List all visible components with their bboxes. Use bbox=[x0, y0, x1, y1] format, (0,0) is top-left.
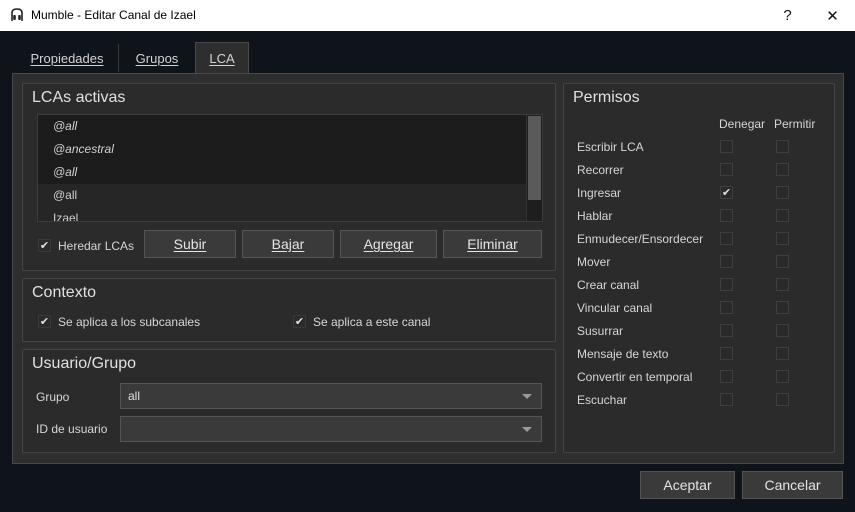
scrollbar-thumb[interactable] bbox=[528, 116, 541, 200]
perm-deny-make-channel[interactable] bbox=[720, 278, 733, 291]
applies-this-channel-checkbox[interactable]: ✔ bbox=[293, 315, 306, 328]
deny-column-header: Denegar bbox=[719, 117, 766, 131]
perm-label-link-channel: Vincular canal bbox=[577, 301, 653, 315]
perm-allow-speak[interactable] bbox=[776, 209, 789, 222]
perm-label-make-temporary: Convertir en temporal bbox=[577, 370, 693, 384]
acl-list-scrollbar[interactable] bbox=[526, 115, 542, 221]
help-button[interactable]: ? bbox=[765, 0, 810, 31]
perm-deny-listen[interactable] bbox=[720, 393, 733, 406]
perm-label-write-acl: Escribir LCA bbox=[577, 140, 644, 154]
perm-deny-move[interactable] bbox=[720, 255, 733, 268]
perm-deny-link-channel[interactable] bbox=[720, 301, 733, 314]
acl-list-item[interactable]: Izael bbox=[38, 207, 542, 221]
perm-label-move: Mover bbox=[577, 255, 611, 269]
context-title: Contexto bbox=[32, 284, 97, 301]
perm-deny-write-acl[interactable] bbox=[720, 140, 733, 153]
perm-label-enter: Ingresar bbox=[577, 186, 622, 200]
user-id-combobox[interactable] bbox=[120, 416, 542, 442]
user-group-group: Usuario/Grupo Grupo all ID de usuario bbox=[22, 349, 556, 453]
acl-list-item[interactable]: @all bbox=[38, 184, 542, 207]
acl-list-item[interactable]: @ancestral bbox=[38, 138, 542, 161]
applies-subchannels-label: Se aplica a los subcanales bbox=[58, 315, 201, 329]
perm-label-speak: Hablar bbox=[577, 209, 613, 223]
perm-deny-enter[interactable]: ✔ bbox=[720, 186, 733, 199]
perm-allow-enter[interactable] bbox=[776, 186, 789, 199]
perm-label-listen: Escuchar bbox=[577, 393, 628, 407]
perm-deny-mute-deafen[interactable] bbox=[720, 232, 733, 245]
tab-label: Grupos bbox=[135, 50, 179, 66]
move-down-button[interactable]: Bajar bbox=[242, 230, 334, 258]
help-icon: ? bbox=[783, 7, 792, 24]
perm-deny-text-message[interactable] bbox=[720, 347, 733, 360]
perm-label-make-channel: Crear canal bbox=[577, 278, 640, 292]
acl-tab-panel: LCAs activas @all @ancestral @all @all I… bbox=[12, 73, 844, 464]
check-icon: ✔ bbox=[39, 239, 50, 252]
tab-groups[interactable]: Grupos bbox=[122, 43, 192, 73]
tab-separator bbox=[118, 44, 119, 72]
perm-label-mute-deafen: Enmudecer/Ensordecer bbox=[577, 232, 704, 246]
close-window-button[interactable]: ✕ bbox=[810, 0, 855, 31]
perm-allow-whisper[interactable] bbox=[776, 324, 789, 337]
acl-list[interactable]: @all @ancestral @all @all Izael bbox=[37, 114, 543, 222]
allow-column-header: Permitir bbox=[774, 117, 816, 131]
check-icon: ✔ bbox=[294, 315, 305, 328]
inherit-acls-checkbox[interactable]: ✔ bbox=[38, 239, 51, 252]
inherit-acls-label: Heredar LCAs bbox=[58, 239, 135, 253]
tab-label: LCA bbox=[209, 51, 235, 66]
permissions-group: Permisos Denegar Permitir Escribir LCA R… bbox=[563, 83, 835, 453]
accept-button[interactable]: Aceptar bbox=[640, 471, 735, 499]
perm-label-text-message: Mensaje de texto bbox=[577, 347, 669, 361]
active-acls-title: LCAs activas bbox=[32, 89, 126, 106]
perm-deny-speak[interactable] bbox=[720, 209, 733, 222]
applies-subchannels-checkbox[interactable]: ✔ bbox=[38, 315, 51, 328]
tab-acl[interactable]: LCA bbox=[195, 42, 249, 74]
group-value: all bbox=[128, 389, 141, 403]
chevron-down-icon bbox=[522, 427, 532, 432]
dialog-client: Propiedades Grupos LCA LCAs activas @all… bbox=[0, 31, 855, 512]
group-combobox[interactable]: all bbox=[120, 383, 542, 409]
chevron-down-icon bbox=[522, 394, 532, 399]
active-acls-group: LCAs activas @all @ancestral @all @all I… bbox=[22, 83, 556, 271]
perm-allow-traverse[interactable] bbox=[776, 163, 789, 176]
context-group: Contexto ✔ Se aplica a los subcanales ✔ … bbox=[22, 278, 556, 342]
user-id-label: ID de usuario bbox=[36, 422, 108, 436]
perm-label-whisper: Susurrar bbox=[577, 324, 624, 338]
perm-allow-link-channel[interactable] bbox=[776, 301, 789, 314]
perm-label-traverse: Recorrer bbox=[577, 163, 624, 177]
perm-allow-make-temporary[interactable] bbox=[776, 370, 789, 383]
add-acl-button[interactable]: Agregar bbox=[340, 230, 437, 258]
move-up-button[interactable]: Subir bbox=[144, 230, 236, 258]
permissions-title: Permisos bbox=[573, 89, 640, 106]
mumble-logo-icon bbox=[11, 8, 23, 21]
close-icon: ✕ bbox=[826, 7, 839, 25]
check-icon: ✔ bbox=[39, 315, 50, 328]
check-icon: ✔ bbox=[721, 186, 732, 199]
perm-allow-listen[interactable] bbox=[776, 393, 789, 406]
title-bar: Mumble - Editar Canal de Izael ? ✕ bbox=[0, 0, 855, 31]
user-group-title: Usuario/Grupo bbox=[32, 355, 137, 372]
cancel-button[interactable]: Cancelar bbox=[742, 471, 843, 499]
window-title: Mumble - Editar Canal de Izael bbox=[31, 8, 196, 22]
applies-this-channel-label: Se aplica a este canal bbox=[313, 315, 431, 329]
remove-acl-button[interactable]: Eliminar bbox=[443, 230, 542, 258]
perm-allow-mute-deafen[interactable] bbox=[776, 232, 789, 245]
perm-deny-make-temporary[interactable] bbox=[720, 370, 733, 383]
tab-properties[interactable]: Propiedades bbox=[17, 43, 117, 73]
perm-allow-write-acl[interactable] bbox=[776, 140, 789, 153]
acl-list-item[interactable]: @all bbox=[38, 161, 542, 184]
group-label: Grupo bbox=[36, 390, 70, 404]
perm-deny-traverse[interactable] bbox=[720, 163, 733, 176]
perm-deny-whisper[interactable] bbox=[720, 324, 733, 337]
perm-allow-make-channel[interactable] bbox=[776, 278, 789, 291]
acl-list-item[interactable]: @all bbox=[38, 115, 542, 138]
perm-allow-move[interactable] bbox=[776, 255, 789, 268]
tab-label: Propiedades bbox=[30, 50, 104, 66]
perm-allow-text-message[interactable] bbox=[776, 347, 789, 360]
